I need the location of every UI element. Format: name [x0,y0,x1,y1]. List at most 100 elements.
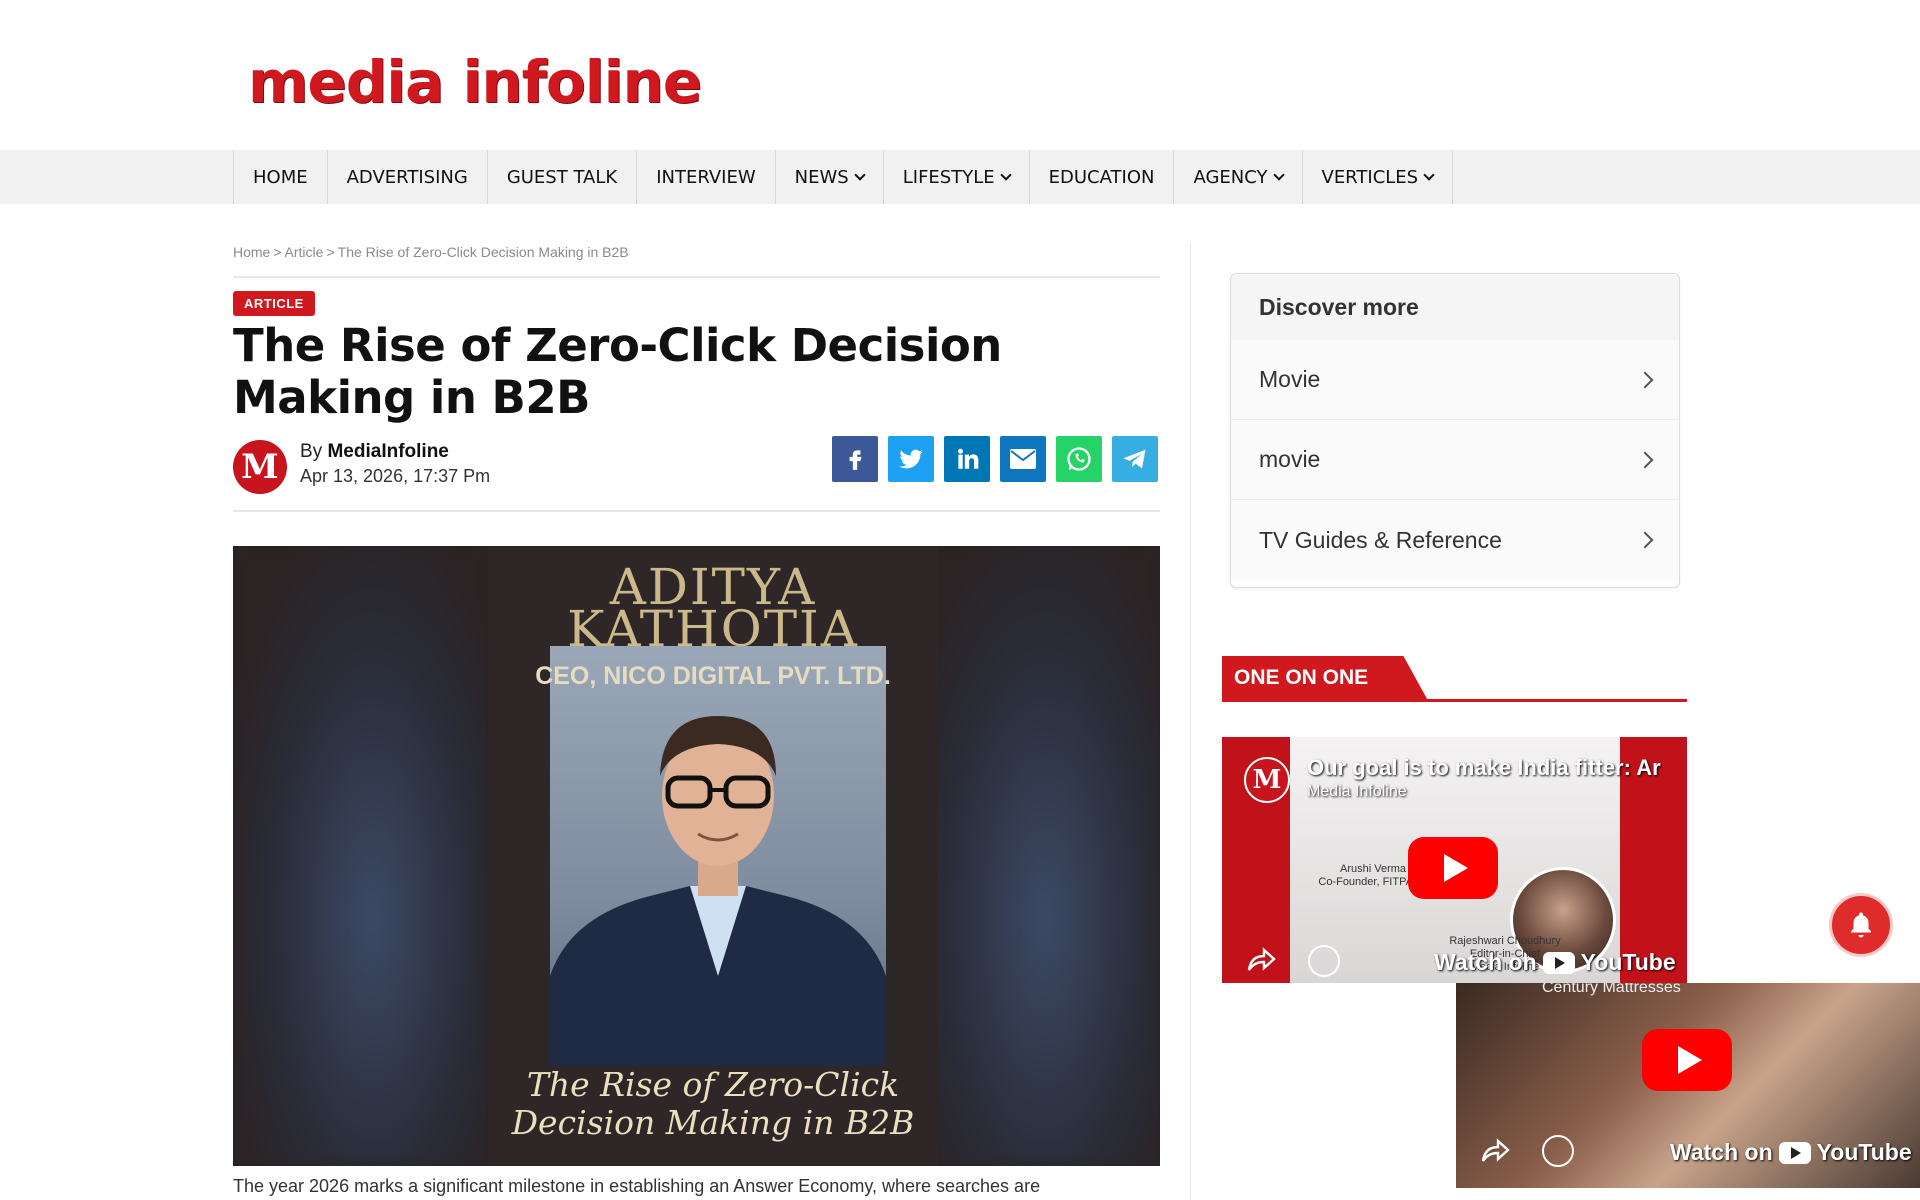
site-logo[interactable]: media infoline [248,48,702,116]
guest2-name: Rajeshwari Choudhury [1449,935,1561,947]
linkedin-share-button[interactable] [944,436,990,482]
whatsapp-share-button[interactable] [1056,436,1102,482]
nav-item-interview[interactable]: INTERVIEW [637,150,776,204]
nav-item-news[interactable]: NEWS [776,150,884,204]
author-avatar: M [233,440,287,494]
person-silhouette [550,716,886,1066]
watch-on-label: Watch on [1670,1139,1773,1165]
main-nav: HOME ADVERTISING GUEST TALK INTERVIEW NEWS LI… [0,150,1920,204]
youtube-label: YouTube [1580,949,1676,975]
discover-item-movie[interactable]: Movie [1231,340,1679,420]
share-icon[interactable] [1480,1138,1510,1164]
share-icon[interactable] [1246,947,1276,973]
email-share-button[interactable] [1000,436,1046,482]
hero-caption-line2: Decision Making in B2B [511,1103,915,1142]
breadcrumb-current: The Rise of Zero-Click Decision Making i… [337,244,629,260]
byline: By MediaInfoline [300,441,449,463]
watch-on-label: Watch on [1434,949,1537,975]
nav-item-agency[interactable]: AGENCY [1174,150,1303,204]
article-title: The Rise of Zero-Click Decision Making i… [233,319,1002,424]
video-title[interactable]: Our goal is to make India fitter: Ar [1307,755,1661,781]
section-title[interactable]: ONE ON ONE [1222,656,1429,701]
facebook-share-button[interactable] [832,436,878,482]
chevron-down-icon [1423,169,1435,181]
discover-item-tv-guides[interactable]: TV Guides & Reference [1231,500,1679,580]
twitter-share-button[interactable] [888,436,934,482]
chevron-down-icon [1272,169,1285,181]
discover-item-label: movie [1259,446,1321,472]
nav-item-label: INTERVIEW [656,166,756,188]
chevron-down-icon [999,169,1012,181]
twitter-icon [899,449,923,469]
nav-item-advertising[interactable]: ADVERTISING [328,150,488,204]
play-icon [1443,854,1468,882]
nav-item-label: AGENCY [1193,166,1268,188]
breadcrumb-home[interactable]: Home [233,244,270,260]
nav-item-label: ADVERTISING [346,166,468,188]
watch-later-icon[interactable] [1308,945,1340,977]
discover-more-widget: Discover more Movie movie TV Guides & Re… [1230,273,1680,588]
breadcrumb-separator: > [326,244,335,260]
nav-items: HOME ADVERTISING GUEST TALK INTERVIEW NEWS LI… [233,150,1454,204]
linkedin-icon [958,448,979,469]
channel-avatar[interactable]: M [1244,757,1290,803]
watch-on-youtube[interactable]: Watch on YouTube [1670,1139,1912,1166]
video-channel[interactable]: Media Infoline [1307,783,1407,801]
chevron-down-icon [854,169,866,181]
telegram-share-button[interactable] [1112,436,1158,482]
divider [233,276,1160,278]
column-divider [1190,244,1191,1200]
portrait-photo [550,646,886,1066]
by-prefix: By [300,441,323,462]
breadcrumb-article[interactable]: Article [285,244,324,260]
author-name[interactable]: MediaInfoline [327,441,448,462]
chevron-right-icon [1636,371,1654,388]
nav-item-label: GUEST TALK [506,166,618,188]
nav-item-guest-talk[interactable]: GUEST TALK [488,150,638,204]
youtube-logo-icon [1778,1141,1811,1164]
article-body: The year 2026 marks a significant milest… [233,1176,1041,1196]
chevron-right-icon [1636,451,1654,468]
hero-blur-right [905,546,1160,1166]
one-on-one-header: ONE ON ONE [1222,656,1687,703]
nav-item-label: LIFESTYLE [902,166,995,188]
play-button[interactable] [1642,1029,1732,1091]
nav-item-lifestyle[interactable]: LIFESTYLE [884,150,1030,204]
notification-bell-button[interactable] [1829,893,1893,957]
youtube-embed-floating[interactable]: Century Mattresses Watch on YouTube [1456,983,1920,1188]
youtube-logo-icon [1542,951,1575,974]
publish-date: Apr 13, 2026, 17:37 Pm [300,466,491,486]
nav-item-education[interactable]: EDUCATION [1030,150,1175,204]
breadcrumb: Home > Article > The Rise of Zero-Click Deci… [233,244,629,260]
watch-on-youtube[interactable]: Watch on YouTube [1434,949,1676,976]
chevron-right-icon [1636,531,1654,549]
email-icon [1010,449,1036,469]
hero-name-line2: KATHOTIA [567,600,859,658]
discover-item-label: TV Guides & Reference [1259,526,1502,553]
play-icon [1677,1046,1702,1074]
breadcrumb-separator: > [273,244,282,260]
telegram-icon [1123,449,1146,469]
nav-item-verticles[interactable]: VERTICLES [1303,150,1454,204]
category-badge[interactable]: ARTICLE [233,291,315,316]
nav-item-label: VERTICLES [1321,166,1419,188]
discover-item-label: Movie [1259,366,1321,392]
hero-caption: The Rise of Zero-Click Decision Making i… [488,1066,938,1142]
site-header: media infoline [0,0,1920,150]
youtube-label: YouTube [1816,1139,1912,1165]
hero-blur-left [233,546,488,1166]
nav-item-home[interactable]: HOME [234,150,328,204]
discover-heading: Discover more [1231,274,1679,340]
nav-item-label: HOME [253,166,308,188]
article-hero-image: ADITYA KATHOTIA CEO, NICO DIGITAL PVT. L… [233,546,1160,1166]
section-underline [1222,699,1687,702]
divider [233,510,1160,512]
watch-later-icon[interactable] [1542,1135,1574,1167]
youtube-embed-one-on-one[interactable]: Arushi Verma Co-Founder, FITPASS Rajeshw… [1222,737,1687,983]
discover-item-movie-lower[interactable]: movie [1231,420,1679,500]
nav-item-label: EDUCATION [1048,166,1155,188]
play-button[interactable] [1408,837,1498,899]
video2-channel[interactable]: Century Mattresses [1542,983,1681,997]
facebook-icon [849,450,862,470]
hero-role: CEO, NICO DIGITAL PVT. LTD. [535,662,891,690]
